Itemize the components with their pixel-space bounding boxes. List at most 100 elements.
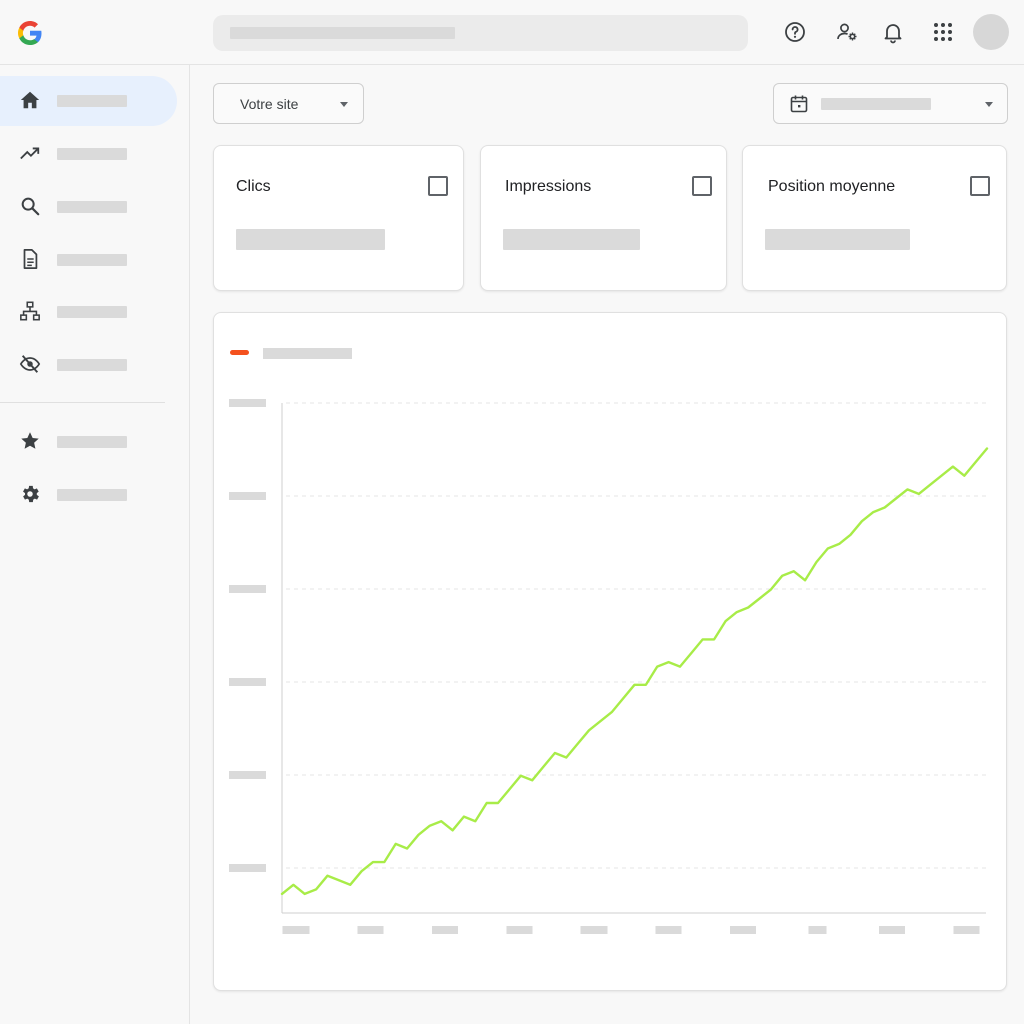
x-tick-label-placeholder bbox=[357, 926, 384, 934]
legend-label-placeholder bbox=[263, 348, 352, 359]
data-point bbox=[940, 474, 943, 477]
y-tick-label-placeholder bbox=[229, 864, 266, 872]
data-point bbox=[565, 756, 568, 759]
data-point bbox=[679, 665, 681, 668]
data-point bbox=[360, 870, 363, 872]
sidebar-item-url-inspection[interactable] bbox=[0, 182, 177, 232]
trending-up-icon bbox=[20, 147, 40, 160]
date-range-placeholder bbox=[821, 98, 931, 110]
data-point bbox=[758, 597, 761, 600]
notifications-bell-icon[interactable] bbox=[881, 20, 905, 44]
data-point bbox=[895, 497, 897, 500]
metric-card-average-position[interactable]: Position moyenne bbox=[742, 145, 1007, 291]
sidebar-item-label-placeholder bbox=[57, 254, 127, 266]
data-point bbox=[599, 720, 602, 722]
data-point bbox=[815, 561, 818, 563]
data-point bbox=[804, 579, 806, 582]
sidebar-item-removals[interactable] bbox=[0, 340, 177, 390]
y-tick-label-placeholder bbox=[229, 399, 266, 407]
site-selector-label: Votre site bbox=[240, 96, 299, 112]
date-range-dropdown[interactable] bbox=[773, 83, 1008, 124]
data-point bbox=[633, 684, 636, 686]
series-line bbox=[280, 447, 989, 896]
account-avatar[interactable] bbox=[973, 14, 1009, 50]
data-point bbox=[906, 488, 909, 491]
google-logo-icon[interactable] bbox=[16, 19, 44, 47]
sidebar-item-label-placeholder bbox=[57, 95, 127, 107]
metric-title: Clics bbox=[236, 178, 271, 195]
data-point bbox=[861, 520, 863, 522]
metric-card-impressions[interactable]: Impressions bbox=[480, 145, 727, 291]
metric-checkbox[interactable] bbox=[428, 176, 448, 196]
search-icon bbox=[21, 197, 40, 216]
data-point bbox=[281, 893, 283, 895]
data-point bbox=[417, 834, 420, 836]
data-point bbox=[372, 861, 374, 863]
home-icon bbox=[20, 91, 40, 109]
y-tick-label-placeholder bbox=[229, 585, 266, 593]
metric-value-placeholder bbox=[765, 229, 910, 250]
search-bar[interactable] bbox=[213, 15, 748, 51]
sidebar-item-home[interactable] bbox=[0, 76, 177, 126]
apps-grid-icon[interactable] bbox=[931, 20, 955, 44]
search-placeholder bbox=[230, 27, 455, 39]
data-point bbox=[463, 815, 465, 818]
data-point bbox=[701, 638, 704, 641]
data-point bbox=[394, 843, 397, 845]
data-point bbox=[474, 820, 477, 822]
data-point bbox=[838, 543, 840, 545]
data-point bbox=[588, 729, 590, 732]
sidebar-item-sitemaps[interactable] bbox=[0, 287, 177, 337]
data-point bbox=[292, 884, 295, 886]
data-point bbox=[656, 665, 659, 668]
y-tick-label-placeholder bbox=[229, 492, 266, 500]
data-point bbox=[576, 743, 579, 745]
data-point bbox=[326, 874, 329, 877]
data-point bbox=[724, 620, 727, 622]
sidebar-item-label-placeholder bbox=[57, 201, 127, 213]
sidebar-item-label-placeholder bbox=[57, 148, 127, 160]
data-point bbox=[929, 484, 931, 486]
visibility-off-icon bbox=[19, 355, 41, 373]
manage-users-icon[interactable] bbox=[835, 20, 859, 44]
data-point bbox=[531, 779, 533, 782]
metric-checkbox[interactable] bbox=[692, 176, 712, 196]
x-tick-label-placeholder bbox=[432, 926, 458, 934]
data-point bbox=[485, 802, 488, 804]
data-point bbox=[349, 884, 352, 886]
metric-value-placeholder bbox=[236, 229, 385, 250]
x-tick-label-placeholder bbox=[879, 926, 905, 934]
chevron-down-icon bbox=[985, 102, 993, 107]
sidebar-item-favorites[interactable] bbox=[0, 417, 177, 467]
metric-checkbox[interactable] bbox=[970, 176, 990, 196]
data-point bbox=[315, 888, 317, 891]
sidebar-item-performance[interactable] bbox=[0, 129, 177, 179]
top-bar bbox=[0, 0, 1024, 65]
data-point bbox=[770, 588, 772, 591]
data-point bbox=[781, 574, 784, 577]
data-point bbox=[690, 652, 693, 654]
data-point bbox=[849, 534, 852, 536]
x-tick-label-placeholder bbox=[730, 926, 756, 934]
data-point bbox=[974, 461, 977, 463]
sidebar-item-pages[interactable] bbox=[0, 235, 177, 285]
data-point bbox=[963, 474, 966, 477]
data-point bbox=[406, 847, 408, 850]
site-selector-dropdown[interactable]: Votre site bbox=[213, 83, 364, 124]
help-icon[interactable] bbox=[783, 20, 807, 44]
data-point bbox=[713, 638, 715, 641]
settings-gear-icon bbox=[23, 485, 39, 503]
data-point bbox=[440, 820, 442, 822]
metric-card-clicks[interactable]: Clics bbox=[213, 145, 464, 291]
legend-marker bbox=[230, 350, 249, 355]
data-point bbox=[497, 802, 499, 804]
data-point bbox=[429, 824, 431, 827]
data-point bbox=[622, 697, 624, 700]
data-point bbox=[952, 465, 954, 468]
sidebar-item-settings[interactable] bbox=[0, 470, 177, 520]
data-point bbox=[736, 611, 738, 613]
y-tick-label-placeholder bbox=[229, 771, 266, 779]
data-point bbox=[383, 861, 386, 863]
data-point bbox=[508, 788, 511, 791]
sidebar-item-label-placeholder bbox=[57, 306, 127, 318]
